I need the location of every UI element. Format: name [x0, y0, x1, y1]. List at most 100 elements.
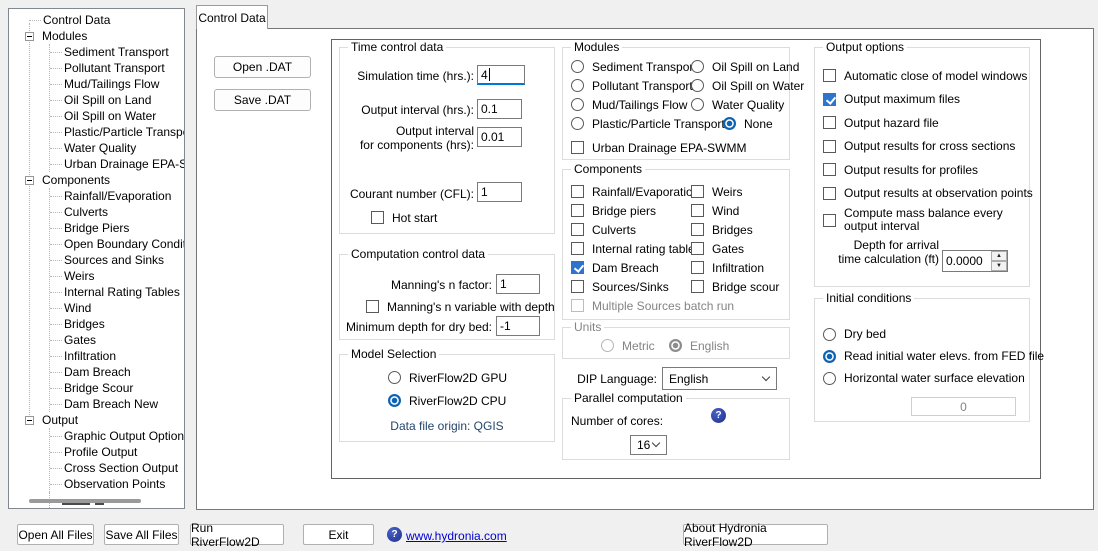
output-interval-components-input[interactable]: 0.01: [477, 127, 522, 147]
module-radio[interactable]: [691, 98, 704, 111]
spinner-up-icon[interactable]: ▲: [991, 251, 1007, 261]
component-checkbox[interactable]: [571, 185, 584, 198]
tree-connector: [50, 244, 62, 245]
tree-item[interactable]: Rainfall/Evaporation: [50, 188, 185, 204]
output-option-checkbox[interactable]: [823, 93, 836, 106]
urban-drainage-checkbox[interactable]: [571, 141, 584, 154]
initial-condition-radio[interactable]: [823, 372, 836, 385]
tree-item[interactable]: Profile Output: [50, 444, 185, 460]
spinner-down-icon[interactable]: ▼: [991, 261, 1007, 271]
tree-item[interactable]: Plastic/Particle Transport: [50, 124, 185, 140]
tree-connector: [50, 84, 62, 85]
tree-item[interactable]: Graphic Output Options: [50, 428, 185, 444]
tree-item-output[interactable]: Output: [9, 412, 185, 428]
component-checkbox[interactable]: [571, 204, 584, 217]
component-checkbox[interactable]: [571, 261, 584, 274]
hydronia-link[interactable]: www.hydronia.com: [406, 529, 507, 543]
tree-item[interactable]: Wind: [50, 300, 185, 316]
component-checkbox[interactable]: [691, 204, 704, 217]
output-option-checkbox[interactable]: [823, 163, 836, 176]
save-all-files-button[interactable]: Save All Files: [104, 524, 179, 545]
tree-item[interactable]: Infiltration: [50, 348, 185, 364]
tab-control-data[interactable]: Control Data: [196, 5, 268, 29]
min-depth-input[interactable]: -1: [496, 316, 540, 336]
component-checkbox[interactable]: [571, 242, 584, 255]
output-interval-input[interactable]: 0.1: [477, 99, 522, 119]
mass-balance-checkbox[interactable]: [823, 214, 836, 227]
tree-item[interactable]: Bridge Scour: [50, 380, 185, 396]
cpu-radio[interactable]: [388, 394, 401, 407]
module-radio[interactable]: [571, 98, 584, 111]
tree-item-control-data[interactable]: Control Data: [9, 12, 185, 28]
tree-item[interactable]: Gates: [50, 332, 185, 348]
initial-condition-radio[interactable]: [823, 328, 836, 341]
tree-item-components[interactable]: Components: [9, 172, 185, 188]
simulation-time-input[interactable]: 4: [477, 65, 525, 85]
help-icon[interactable]: ?: [387, 527, 402, 542]
tree-item[interactable]: Dam Breach New: [50, 396, 185, 412]
tree-item[interactable]: Sediment Transport: [50, 44, 185, 60]
collapse-icon[interactable]: [25, 416, 34, 425]
tree-item[interactable]: Cross Section Output: [50, 460, 185, 476]
component-checkbox[interactable]: [691, 280, 704, 293]
tree-item[interactable]: Bridge Piers: [50, 220, 185, 236]
module-radio[interactable]: [571, 60, 584, 73]
module-radio[interactable]: [571, 117, 584, 130]
component-checkbox[interactable]: [691, 242, 704, 255]
initial-conditions-list: Dry bed Read initial water elevs. from F…: [823, 323, 1044, 389]
run-riverflow2d-button[interactable]: Run RiverFlow2D: [190, 524, 284, 545]
help-icon[interactable]: ?: [711, 408, 726, 423]
output-option-checkbox[interactable]: [823, 140, 836, 153]
open-dat-button[interactable]: Open .DAT: [214, 56, 311, 78]
mannings-variable-checkbox[interactable]: [366, 300, 379, 313]
tree-item[interactable]: Bridges: [50, 316, 185, 332]
tree-item[interactable]: Sources and Sinks: [50, 252, 185, 268]
tree-item[interactable]: Open Boundary Conditions: [50, 236, 185, 252]
courant-number-input[interactable]: 1: [477, 182, 522, 202]
tree-item[interactable]: Culverts: [50, 204, 185, 220]
collapse-icon[interactable]: [25, 176, 34, 185]
save-dat-button[interactable]: Save .DAT: [214, 89, 311, 111]
component-checkbox[interactable]: [571, 223, 584, 236]
initial-condition-radio[interactable]: [823, 350, 836, 363]
tree-item[interactable]: Pollutant Transport: [50, 60, 185, 76]
tree-connector: [50, 148, 62, 149]
about-button[interactable]: About Hydronia RiverFlow2D: [683, 524, 828, 545]
tree-item[interactable]: Mud/Tailings Flow: [50, 76, 185, 92]
module-none-radio[interactable]: [723, 117, 736, 130]
cores-select[interactable]: 16: [630, 435, 667, 455]
tree-item[interactable]: Water Quality: [50, 140, 185, 156]
module-radio[interactable]: [691, 60, 704, 73]
component-checkbox[interactable]: [691, 185, 704, 198]
output-option-checkbox[interactable]: [823, 187, 836, 200]
component-checkbox[interactable]: [571, 299, 584, 312]
output-option-checkbox[interactable]: [823, 69, 836, 82]
tree-connector: [50, 100, 62, 101]
hot-start-checkbox[interactable]: [371, 211, 384, 224]
tree-item[interactable]: Oil Spill on Water: [50, 108, 185, 124]
water-surface-elevation-input[interactable]: 0: [911, 397, 1016, 416]
tree-item[interactable]: Oil Spill on Land: [50, 92, 185, 108]
tree-item[interactable]: Observation Points: [50, 476, 185, 492]
component-checkbox[interactable]: [571, 280, 584, 293]
component-checkbox[interactable]: [691, 261, 704, 274]
output-option-label: Output results for profiles: [844, 163, 978, 177]
tree-item-modules[interactable]: Modules: [9, 28, 185, 44]
gpu-radio[interactable]: [388, 371, 401, 384]
module-radio[interactable]: [571, 79, 584, 92]
exit-button[interactable]: Exit: [303, 524, 374, 545]
component-checkbox[interactable]: [691, 223, 704, 236]
output-option-checkbox[interactable]: [823, 116, 836, 129]
open-all-files-button[interactable]: Open All Files: [17, 524, 94, 545]
collapse-icon[interactable]: [25, 32, 34, 41]
tree-horizontal-scrollbar[interactable]: [29, 499, 141, 503]
tree-item[interactable]: Internal Rating Tables: [50, 284, 185, 300]
dip-language-select[interactable]: English: [662, 367, 777, 390]
tree-item[interactable]: Urban Drainage EPA-SWMM: [50, 156, 185, 172]
mannings-factor-input[interactable]: 1: [496, 274, 540, 294]
depth-arrival-spinner[interactable]: 0.0000 ▲ ▼: [942, 250, 1008, 272]
tree-item[interactable]: Weirs: [50, 268, 185, 284]
tree-item[interactable]: Dam Breach: [50, 364, 185, 380]
module-label: Oil Spill on Land: [712, 60, 799, 74]
module-radio[interactable]: [691, 79, 704, 92]
